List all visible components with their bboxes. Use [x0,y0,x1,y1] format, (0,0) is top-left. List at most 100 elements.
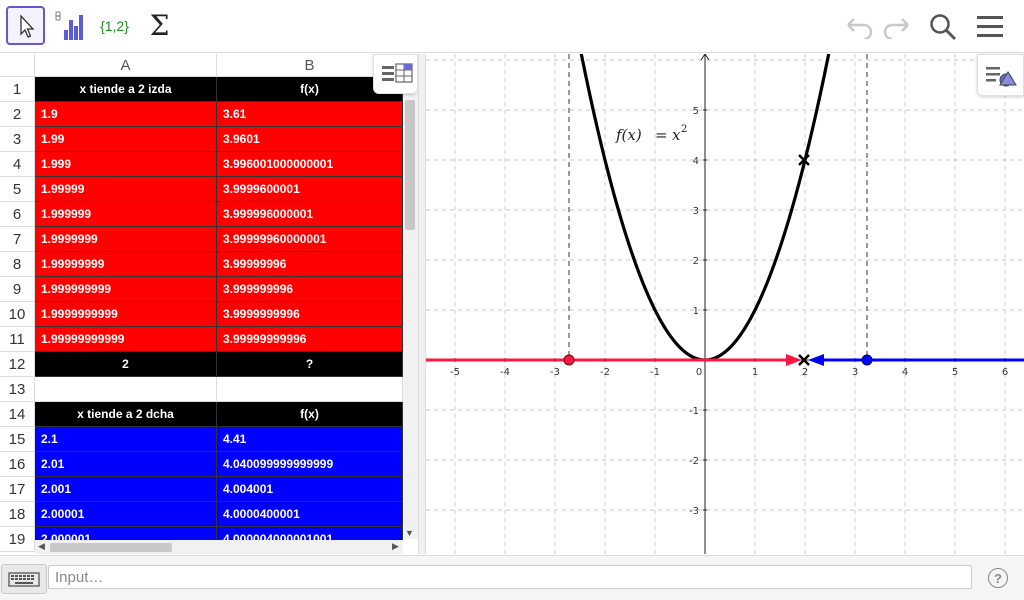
cell-b[interactable]: ? [217,352,403,377]
cell-b[interactable]: 4.004001 [217,477,403,502]
vertical-scrollbar-thumb[interactable] [405,100,415,230]
cell-a[interactable]: 1.999999 [35,202,217,227]
keyboard-icon [8,572,40,587]
x-tick-label: 1 [752,367,758,378]
row-number[interactable]: 12 [0,352,35,377]
table-row: 14 x tiende a 2 dcha f(x) [0,402,403,427]
move-tool[interactable] [6,6,45,45]
cell-a[interactable]: 1.99999 [35,177,217,202]
row-number[interactable]: 13 [0,377,35,402]
cell-a[interactable]: 1.9 [35,102,217,127]
cell-b[interactable]: 3.996001000000001 [217,152,403,177]
cell-a[interactable]: 2.01 [35,452,217,477]
x-tick-label: 3 [852,367,858,378]
row-number[interactable]: 15 [0,427,35,452]
cell-b[interactable]: 4.0000400001 [217,502,403,527]
cell-b[interactable]: 3.9999600001 [217,177,403,202]
x-tick-label: -3 [550,367,560,378]
cell-a[interactable]: 1.999999999 [35,277,217,302]
cell-a[interactable]: 2 [35,352,217,377]
row-number[interactable]: 19 [0,527,35,552]
graphics-style-bar-button[interactable] [977,54,1024,96]
cell-a[interactable]: 1.9999999 [35,227,217,252]
row-number[interactable]: 10 [0,302,35,327]
cell-b[interactable]: 4.040099999999999 [217,452,403,477]
row-number[interactable]: 14 [0,402,35,427]
redo-button[interactable] [880,10,914,44]
cell-b[interactable]: f(x) [217,402,403,427]
row-number[interactable]: 18 [0,502,35,527]
left-point[interactable] [563,354,575,366]
x-tick-label: 2 [802,367,808,378]
spreadsheet-style-bar-button[interactable] [373,54,418,94]
bar-chart-icon [55,11,83,40]
cell-b[interactable]: 3.99999960000001 [217,227,403,252]
undo-button[interactable] [842,10,876,44]
scroll-left-arrow-icon[interactable]: ◀ [38,541,45,552]
menu-button[interactable] [973,10,1007,44]
sum-tool[interactable]: Σ [140,6,179,45]
cell-b[interactable]: 3.9999999996 [217,302,403,327]
row-number[interactable]: 8 [0,252,35,277]
row-number[interactable]: 9 [0,277,35,302]
toolbar: {1,2} Σ [0,0,1024,53]
y-tick-label: 3 [693,206,699,217]
column-header-a[interactable]: A [35,54,217,77]
cell-a[interactable]: 2.1 [35,427,217,452]
horizontal-scrollbar-thumb[interactable] [50,543,172,552]
table-row: 11 1.99999999999 3.99999999996 [0,327,403,352]
right-point[interactable] [861,354,873,366]
view-divider[interactable] [418,54,426,554]
cell-b[interactable]: 3.999996000001 [217,202,403,227]
row-number[interactable]: 6 [0,202,35,227]
cell-b[interactable]: 3.99999996 [217,252,403,277]
cell-a[interactable]: 1.99999999999 [35,327,217,352]
function-label[interactable]: f(x) = x 2 [615,124,687,144]
cell-b[interactable] [217,377,403,402]
spreadsheet-chart-tool[interactable] [50,6,89,45]
keyboard-button[interactable] [1,564,47,594]
cell-a[interactable] [35,377,217,402]
row-number[interactable]: 16 [0,452,35,477]
search-button[interactable] [926,10,960,44]
help-icon[interactable]: ? [988,568,1008,588]
undo-icon [847,18,873,39]
cell-a[interactable]: 2.00001 [35,502,217,527]
row-number[interactable]: 2 [0,102,35,127]
row-number[interactable]: 17 [0,477,35,502]
cell-b[interactable]: 3.9601 [217,127,403,152]
cell-a[interactable]: x tiende a 2 izda [35,77,217,102]
pointer-icon [19,13,34,38]
cell-a[interactable]: 2.001 [35,477,217,502]
spreadsheet-view[interactable]: A B 1x tiende a 2 izda f(x) 2 1.9 3.61 3 1.99 3… [0,54,418,554]
row-number[interactable]: 3 [0,127,35,152]
table-row: 10 1.9999999999 3.9999999996 [0,302,403,327]
input-bar: Input… ? [0,555,1024,600]
cell-a[interactable]: 1.99999999 [35,252,217,277]
create-list-tool[interactable]: {1,2} [95,6,134,45]
cell-b[interactable]: 3.61 [217,102,403,127]
row-number[interactable]: 5 [0,177,35,202]
graphics-canvas[interactable]: -5 -4 -3 -2 -1 0 1 2 3 4 5 6 -3 -2 -1 1 2 3 4 5 [426,54,1024,554]
cell-a[interactable]: 1.999 [35,152,217,177]
row-number[interactable]: 1 [0,77,35,102]
scroll-down-arrow-icon[interactable]: ▼ [405,528,414,538]
y-tick-label: 5 [693,106,699,117]
corner-cell [0,54,35,77]
y-tick-label: 2 [693,256,699,267]
cell-b[interactable]: 3.99999999996 [217,327,403,352]
table-row: 9 1.999999999 3.999999996 [0,277,403,302]
cell-a[interactable]: x tiende a 2 dcha [35,402,217,427]
function-label-expr: x [672,126,681,144]
row-number[interactable]: 7 [0,227,35,252]
scroll-right-arrow-icon[interactable]: ▶ [392,541,399,552]
input-field[interactable]: Input… [48,565,972,589]
cell-a[interactable]: 1.9999999999 [35,302,217,327]
row-number[interactable]: 11 [0,327,35,352]
row-number[interactable]: 4 [0,152,35,177]
cell-a[interactable]: 1.99 [35,127,217,152]
cell-b[interactable]: 4.41 [217,427,403,452]
cell-b[interactable]: 3.999999996 [217,277,403,302]
graphics-view[interactable]: -5 -4 -3 -2 -1 0 1 2 3 4 5 6 -3 -2 -1 1 2 3 4 5 [426,54,1024,554]
redo-icon [883,18,909,39]
